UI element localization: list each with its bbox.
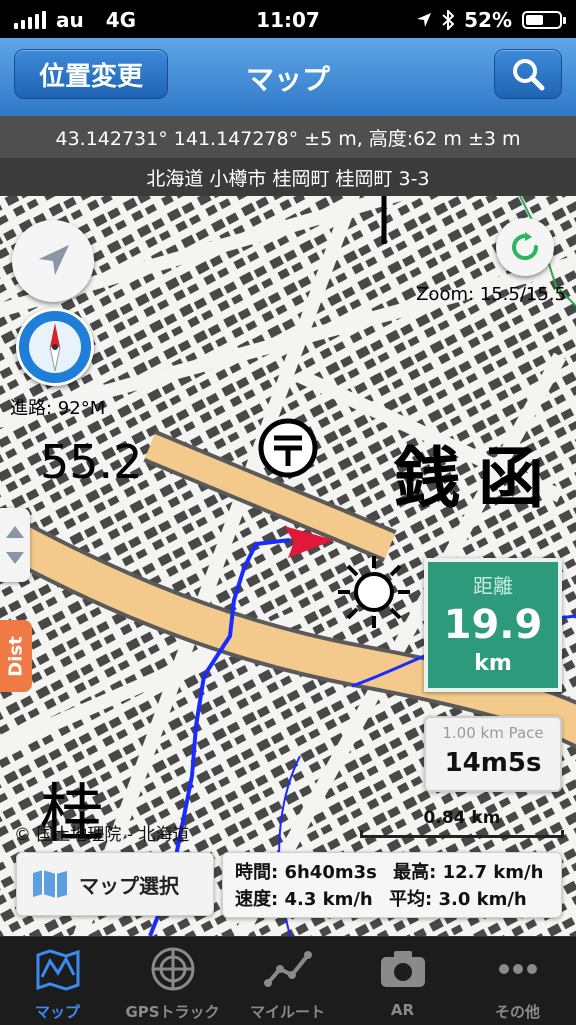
up-down-arrows-icon (6, 526, 24, 564)
map-symbol-sun (338, 556, 410, 628)
navigation-bar: 位置変更 マップ (0, 38, 576, 116)
map-icon (33, 870, 67, 898)
tab-gps-track[interactable]: GPSトラック (115, 937, 230, 1025)
tab-more[interactable]: その他 (460, 937, 575, 1025)
track-location-button[interactable] (12, 220, 94, 302)
current-speed: 速度: 4.3 km/h (235, 889, 373, 910)
coordinates-readout: 43.142731° 141.147278° ±5 m, 高度:62 m ±3 … (0, 116, 576, 158)
map-select-label: マップ選択 (79, 873, 179, 898)
status-right: 52% (416, 8, 566, 32)
pace-value: 14m5s (444, 748, 542, 778)
tab-ar[interactable]: AR (345, 937, 460, 1025)
map-credit: © 国土地理院 - 北海道 (14, 825, 190, 845)
address-readout: 北海道 小樽市 桂岡町 桂岡町 3-3 (0, 158, 576, 196)
distance-label: 距離 (473, 574, 513, 598)
average-speed: 平均: 3.0 km/h (389, 889, 527, 910)
distance-panel[interactable]: 距離 19.9 km (424, 558, 562, 692)
status-bar: au 4G 11:07 52% (0, 0, 576, 38)
stats-panel: 時間: 6h40m3s 最高: 12.7 km/h 速度: 4.3 km/h 平… (222, 852, 562, 918)
dist-tab[interactable]: Dist (0, 620, 32, 692)
pace-label: 1.00 km Pace (442, 724, 544, 742)
distance-value: 19.9 (443, 602, 543, 648)
refresh-icon (512, 232, 539, 261)
distance-unit: km (474, 651, 512, 676)
post-office-symbol (258, 418, 318, 478)
tab-map[interactable]: マップ (0, 937, 115, 1025)
stats-row-2: 速度: 4.3 km/h 平均: 3.0 km/h (235, 886, 561, 913)
bluetooth-icon (442, 10, 455, 30)
elevation-label: 55.2 (40, 435, 142, 489)
radar-icon (151, 947, 195, 991)
scale-bar-line (360, 830, 564, 838)
tab-gps-track-label: GPSトラック (125, 1003, 220, 1021)
camera-icon (381, 951, 425, 987)
stats-row-1: 時間: 6h40m3s 最高: 12.7 km/h (235, 859, 561, 886)
tab-my-route[interactable]: マイルート (230, 937, 345, 1025)
map-icon (36, 949, 80, 991)
scale-bar: 0.84 km (360, 808, 564, 838)
place-name-label: 銭函 (393, 440, 562, 517)
scale-label: 0.84 km (423, 808, 501, 828)
tab-bar: マップ GPSトラック マイルート AR その他 (0, 936, 576, 1025)
compass-button[interactable] (16, 308, 94, 386)
route-icon (264, 951, 312, 987)
search-button[interactable] (494, 49, 562, 99)
page-title: マップ (245, 63, 330, 96)
more-icon (499, 964, 537, 974)
tab-my-route-label: マイルート (249, 1003, 325, 1021)
map-select-button[interactable]: マップ選択 (16, 852, 214, 916)
tab-ar-label: AR (390, 1001, 415, 1019)
max-speed: 最高: 12.7 km/h (393, 862, 544, 883)
tab-more-label: その他 (494, 1003, 540, 1021)
heading-readout: 進路: 92°M (10, 398, 106, 419)
side-panel-handle[interactable] (0, 508, 30, 582)
location-arrow-icon (417, 13, 432, 27)
zoom-readout: Zoom: 15.5/15.5 (416, 284, 566, 305)
navigation-arrow-icon (39, 245, 69, 275)
battery-percent: 52% (464, 8, 512, 32)
pace-panel[interactable]: 1.00 km Pace 14m5s (424, 716, 562, 792)
compass-icon (29, 321, 81, 373)
battery-icon (522, 11, 566, 29)
tab-map-label: マップ (34, 1003, 80, 1021)
elapsed-time: 時間: 6h40m3s (235, 862, 377, 883)
dist-tab-label: Dist (5, 635, 27, 677)
search-icon (513, 59, 545, 91)
refresh-button[interactable] (496, 218, 554, 276)
map-view[interactable]: 55.2 銭函 桂 進路: 92°M Zoom: 15.5/15.5 Dist … (0, 196, 576, 936)
